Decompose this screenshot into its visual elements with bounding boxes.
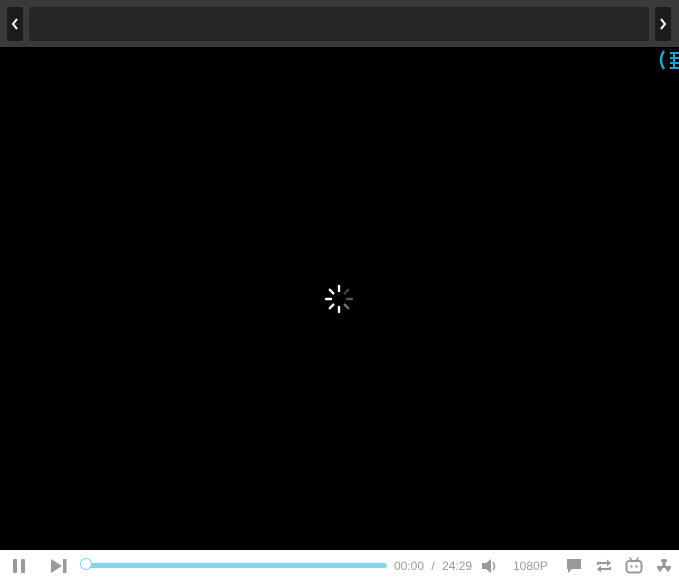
prev-episode-button[interactable] (7, 7, 23, 41)
next-episode-button[interactable] (655, 7, 671, 41)
progress-handle[interactable] (80, 558, 92, 570)
chevron-left-icon (11, 18, 18, 30)
quality-selector[interactable]: 1080P (513, 558, 548, 574)
volume-icon[interactable] (481, 559, 497, 573)
pause-icon[interactable] (11, 558, 27, 574)
comment-icon[interactable] (566, 558, 582, 574)
chevron-right-icon (660, 18, 667, 30)
duration: 24:29 (442, 559, 473, 573)
loop-icon[interactable] (595, 558, 613, 574)
time-separator: / (431, 559, 435, 573)
time-display: 00:00 / 24:29 (394, 558, 472, 574)
loading-spinner-icon (324, 284, 354, 314)
video-player-app: 00:00 / 24:29 1080P (0, 0, 679, 577)
progress-bar[interactable] (82, 563, 387, 568)
episode-nav-bar (0, 0, 679, 47)
corner-tag-icon[interactable] (657, 48, 679, 72)
radiation-icon[interactable] (655, 557, 673, 574)
episode-list-strip[interactable] (29, 7, 649, 41)
current-time: 00:00 (394, 559, 425, 573)
skip-next-icon[interactable] (50, 558, 68, 574)
tv-mascot-icon[interactable] (625, 557, 643, 574)
